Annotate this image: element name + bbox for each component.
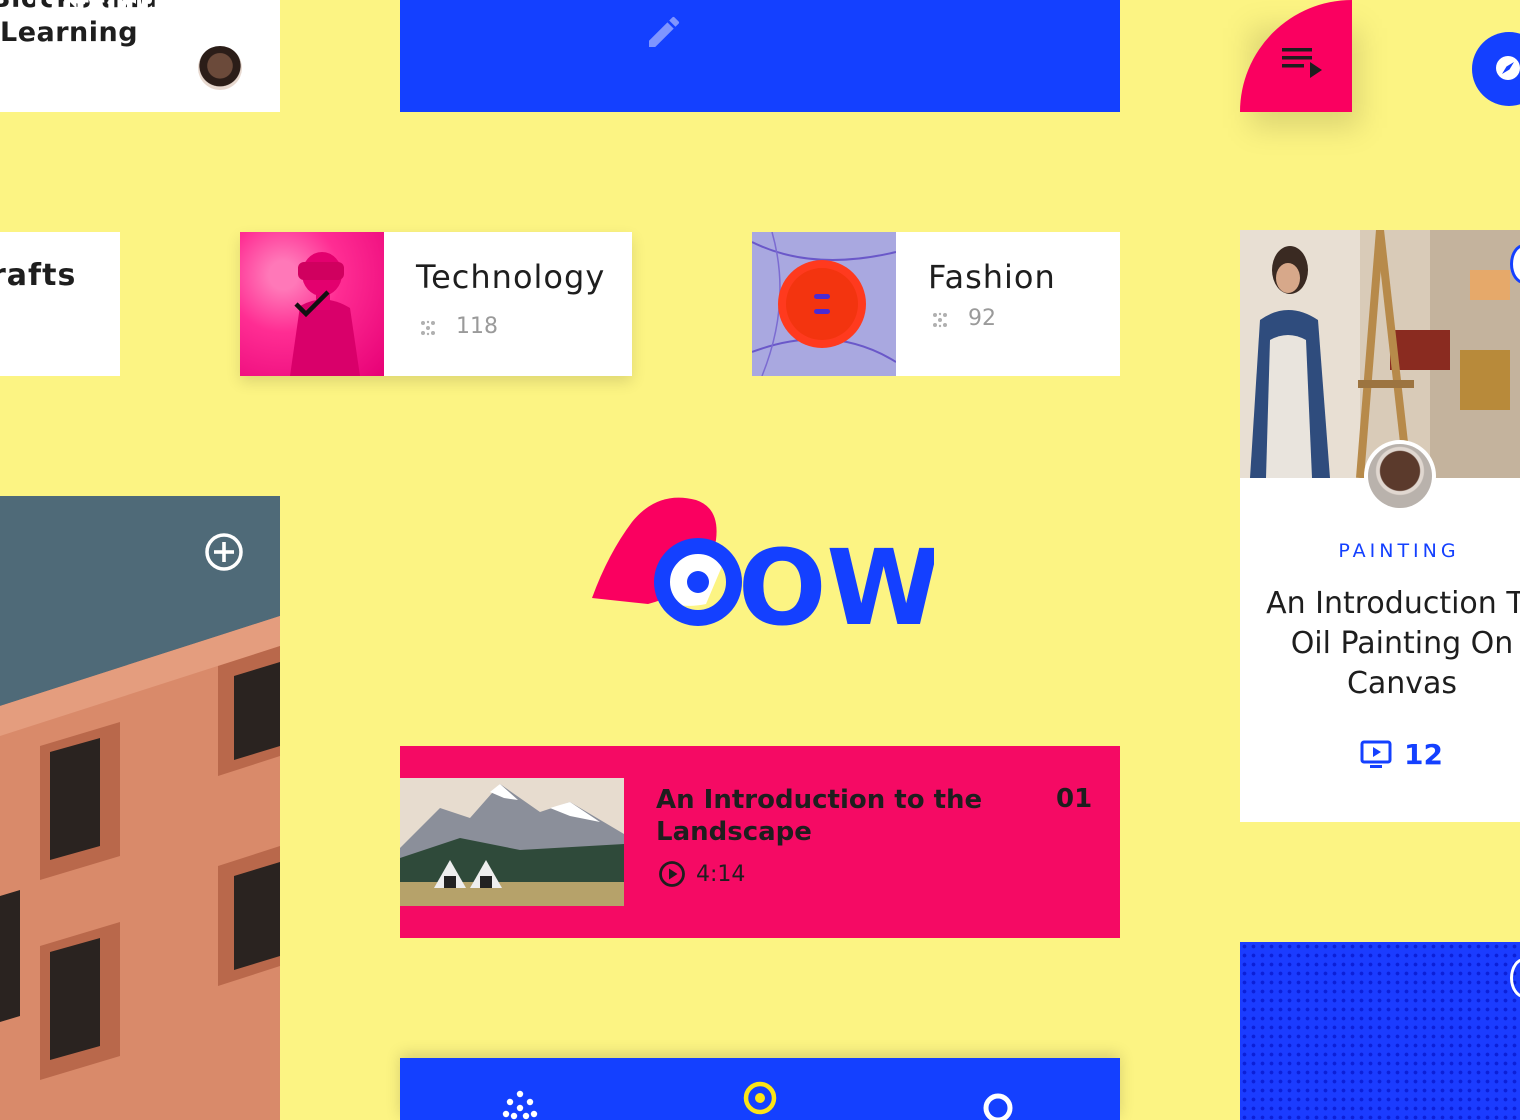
course-title: An Introduction To Oil Painting On Canva… bbox=[1266, 586, 1520, 701]
dots-grid-icon[interactable] bbox=[502, 1090, 538, 1120]
category-count: 118 bbox=[456, 314, 498, 339]
video-lesson-icon bbox=[1360, 740, 1392, 768]
difficulty-value: All bbox=[32, 46, 68, 76]
difficulty-title: Difficulty bbox=[32, 0, 218, 26]
painter-image bbox=[1240, 230, 1520, 478]
course-category: PAINTING bbox=[1338, 540, 1460, 562]
compass-icon bbox=[1496, 56, 1520, 80]
landscape-image bbox=[400, 778, 624, 906]
dots-pattern-icon bbox=[933, 312, 947, 328]
check-icon bbox=[294, 290, 330, 318]
button-image bbox=[778, 260, 866, 348]
owl-logo: OWL bbox=[592, 497, 934, 630]
instructor-photo bbox=[1368, 444, 1432, 508]
category-title: Fashion bbox=[928, 258, 1056, 296]
pencil-icon[interactable] bbox=[644, 12, 684, 52]
playlist-play-icon bbox=[1282, 48, 1322, 78]
add-circle-icon[interactable] bbox=[204, 532, 244, 572]
author-avatar bbox=[198, 46, 242, 90]
search-icon[interactable] bbox=[980, 1090, 1020, 1120]
category-count: 92 bbox=[968, 306, 996, 331]
lesson-title: An Introduction to the Landscape bbox=[656, 785, 983, 847]
lessons-count: 12 bbox=[1404, 738, 1443, 771]
logo-text: OWL bbox=[738, 527, 934, 630]
pattern-card[interactable] bbox=[1240, 942, 1520, 1120]
category-title: Technology bbox=[416, 258, 606, 296]
category-card-crafts[interactable] bbox=[0, 232, 120, 376]
category-title: Crafts bbox=[0, 258, 77, 293]
play-circle-icon[interactable] bbox=[658, 860, 686, 888]
target-icon[interactable] bbox=[742, 1080, 778, 1116]
difficulty-filter[interactable] bbox=[400, 0, 1120, 112]
lesson-number: 01 bbox=[1056, 784, 1093, 814]
building-image-card[interactable] bbox=[0, 496, 280, 1120]
dots-pattern-icon bbox=[421, 320, 435, 336]
lesson-duration: 4:14 bbox=[696, 862, 746, 887]
